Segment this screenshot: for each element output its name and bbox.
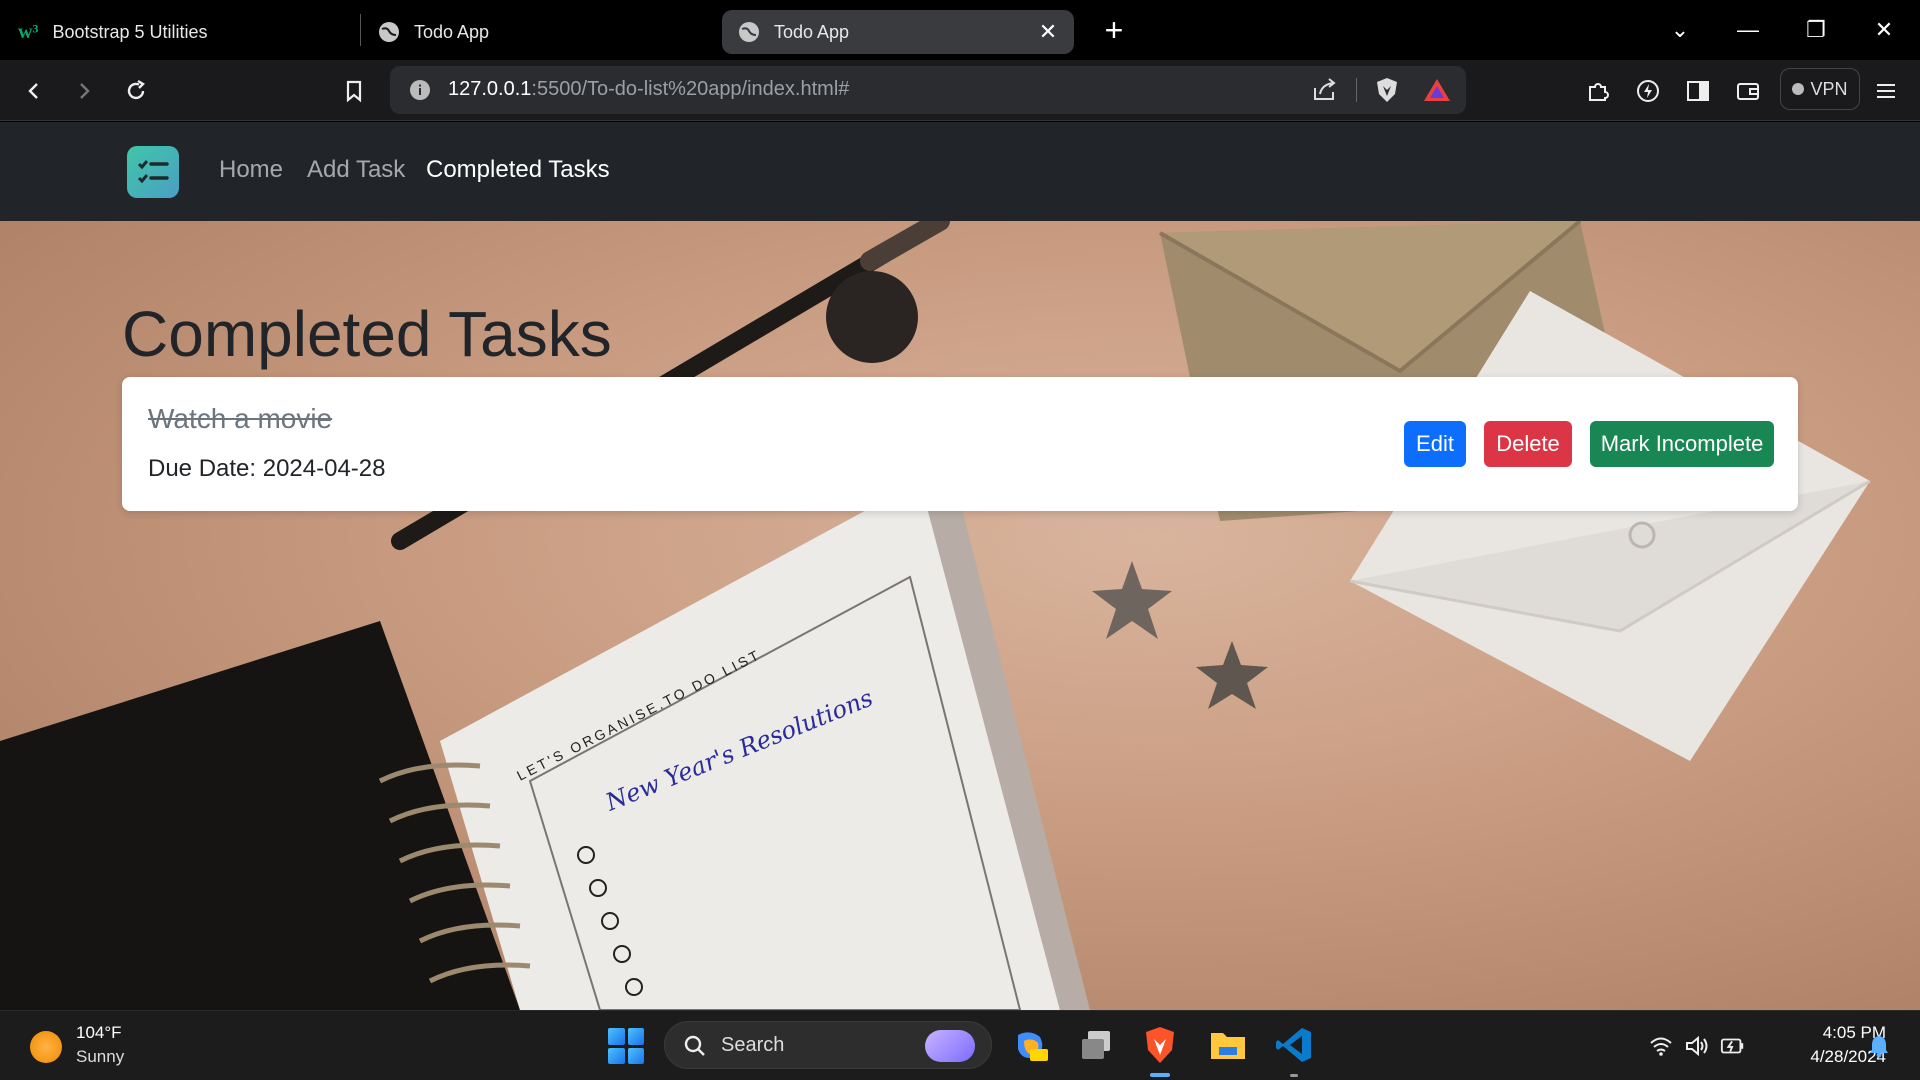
search-icon <box>684 1035 705 1056</box>
address-bar[interactable]: 127.0.0.1:5500/To-do-list%20app/index.ht… <box>390 66 1466 114</box>
nav-link-completed-tasks[interactable]: Completed Tasks <box>426 156 610 184</box>
new-tab-button[interactable]: + <box>1094 10 1134 50</box>
brave-browser-icon[interactable] <box>1138 1023 1182 1067</box>
wallet-button[interactable] <box>1728 72 1768 110</box>
close-tab-icon[interactable]: ✕ <box>1034 18 1062 46</box>
nav-link-home[interactable]: Home <box>219 156 283 184</box>
close-window-button[interactable]: ✕ <box>1862 10 1906 50</box>
menu-button[interactable] <box>1866 72 1906 110</box>
globe-icon <box>379 22 399 42</box>
browser-tab-strip: w³ Bootstrap 5 Utilities Todo App Todo A… <box>0 0 1920 60</box>
brave-shields-icon[interactable] <box>1372 76 1402 104</box>
extensions-button[interactable] <box>1578 72 1618 110</box>
tab-label: Todo App <box>414 21 490 42</box>
hamburger-menu-icon <box>1877 84 1895 98</box>
weather-condition: Sunny <box>76 1047 125 1066</box>
url-text[interactable]: 127.0.0.1:5500/To-do-list%20app/index.ht… <box>448 78 849 101</box>
share-icon[interactable] <box>1310 76 1340 104</box>
app-logo[interactable] <box>127 146 179 198</box>
browser-tab-active[interactable]: Todo App ✕ <box>722 10 1074 54</box>
windows-start-icon[interactable] <box>608 1028 644 1064</box>
divider <box>1356 78 1357 102</box>
sidebar-button[interactable] <box>1678 72 1718 110</box>
nav-link-add-task[interactable]: Add Task <box>307 156 405 184</box>
wifi-icon[interactable] <box>1648 1033 1674 1059</box>
back-arrow-icon <box>28 83 38 99</box>
vpn-label: VPN <box>1810 78 1848 99</box>
vpn-status-dot <box>1792 83 1805 95</box>
edit-button[interactable]: Edit <box>1404 421 1466 467</box>
speedreader-button[interactable] <box>1628 72 1668 110</box>
windows-taskbar: 104°F Sunny Search 4:05 PM 4/28/2024 <box>0 1010 1920 1080</box>
weather-temperature: 104°F <box>76 1023 122 1042</box>
volume-icon[interactable] <box>1684 1033 1710 1059</box>
delete-button[interactable]: Delete <box>1484 421 1572 467</box>
notification-bell-icon[interactable] <box>1866 1033 1892 1059</box>
reload-button[interactable] <box>116 72 156 110</box>
tab-label: Bootstrap 5 Utilities <box>52 21 208 42</box>
back-button[interactable] <box>14 72 54 110</box>
task-due-date: Due Date: 2024-04-28 <box>148 455 386 482</box>
vpn-button[interactable]: VPN <box>1780 68 1860 110</box>
mark-incomplete-button[interactable]: Mark Incomplete <box>1590 421 1774 467</box>
search-highlight-icon <box>925 1030 975 1062</box>
restore-button[interactable]: ❐ <box>1794 10 1838 50</box>
bookmark-icon <box>346 80 362 103</box>
browser-toolbar: 127.0.0.1:5500/To-do-list%20app/index.ht… <box>0 60 1920 121</box>
task-card: Watch a movie Due Date: 2024-04-28 Edit … <box>122 377 1798 511</box>
forward-button[interactable] <box>64 72 104 110</box>
page-title: Completed Tasks <box>122 298 612 370</box>
bookmark-button[interactable] <box>334 72 374 110</box>
brave-rewards-icon[interactable] <box>1422 76 1452 104</box>
minimize-button[interactable]: — <box>1726 10 1770 50</box>
sun-icon <box>30 1031 62 1063</box>
task-title: Watch a movie <box>148 403 333 434</box>
search-label: Search <box>721 1034 785 1056</box>
copilot-icon[interactable] <box>1008 1023 1052 1067</box>
reload-icon <box>127 79 145 100</box>
sidebar-icon <box>1687 81 1709 101</box>
file-explorer-icon[interactable] <box>1206 1023 1250 1067</box>
tab-search-chevron-icon[interactable]: ⌄ <box>1658 10 1702 50</box>
wallet-icon <box>1737 83 1759 100</box>
task-view-icon[interactable] <box>1074 1023 1118 1067</box>
site-info-icon[interactable] <box>408 78 432 102</box>
w3schools-icon: w³ <box>18 20 39 43</box>
taskbar-search[interactable]: Search <box>664 1021 992 1069</box>
tab-label: Todo App <box>774 21 850 42</box>
checklist-icon <box>137 160 169 184</box>
app-navbar: Home Add Task Completed Tasks <box>0 122 1920 221</box>
battery-charging-icon[interactable] <box>1720 1033 1746 1059</box>
puzzle-icon <box>1589 83 1609 101</box>
browser-tab[interactable]: Todo App <box>378 10 708 54</box>
lightning-icon <box>1637 80 1659 102</box>
running-app-indicator <box>1290 1074 1298 1077</box>
tab-divider <box>360 14 361 46</box>
vscode-icon[interactable] <box>1272 1023 1316 1067</box>
hero-section: LET'S ORGANISE.TO DO LIST New Year's Res… <box>0 221 1920 1010</box>
url-path: :5500/To-do-list%20app/index.html# <box>531 78 850 100</box>
url-host: 127.0.0.1 <box>448 78 532 100</box>
active-app-indicator <box>1150 1073 1170 1077</box>
globe-icon <box>739 22 759 42</box>
forward-arrow-icon <box>80 83 90 99</box>
browser-tab[interactable]: w³ Bootstrap 5 Utilities <box>18 10 348 54</box>
